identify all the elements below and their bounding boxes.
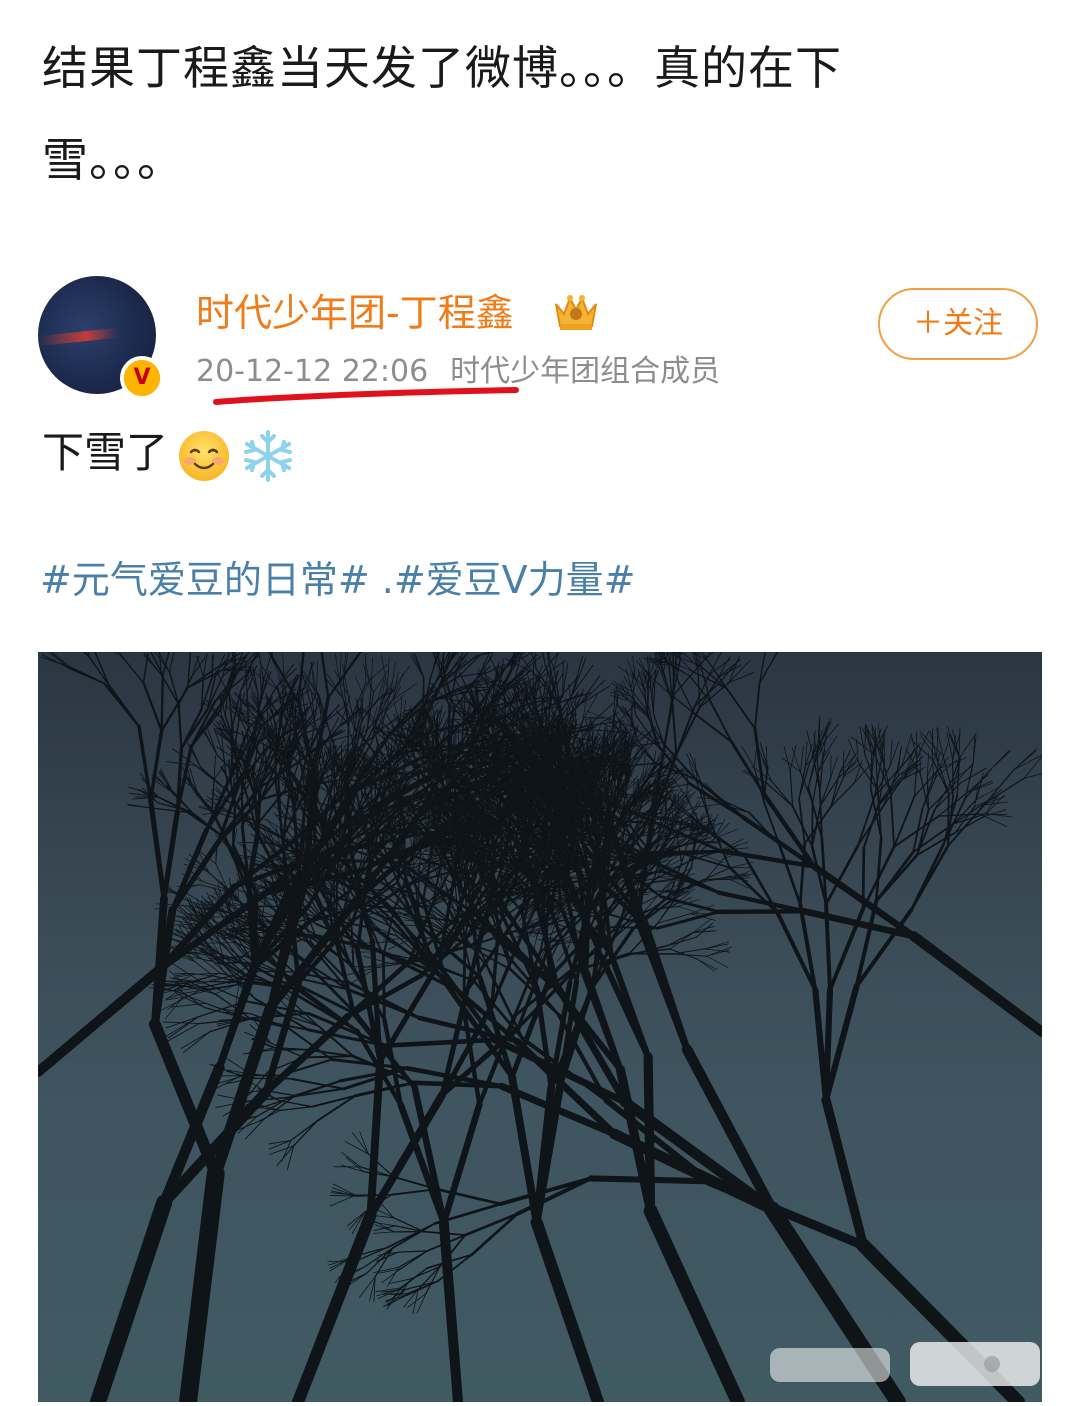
smiling-face-icon	[179, 430, 230, 481]
verified-badge-icon: V	[120, 356, 164, 400]
caption-line-2: 雪。。。	[42, 133, 184, 187]
post-text: 下雪了	[42, 428, 169, 477]
snowflake-icon	[244, 429, 293, 482]
follow-button[interactable]: ＋关注	[878, 288, 1038, 360]
author-name[interactable]: 时代少年团-丁程鑫	[196, 288, 514, 338]
blurred-watermark	[770, 1342, 1040, 1386]
caption-line-1: 结果丁程鑫当天发了微博。。。真的在下	[42, 41, 842, 95]
red-underline-annotation	[213, 387, 519, 405]
post-body: 下雪了	[42, 424, 296, 484]
avatar-light-streak	[38, 327, 119, 347]
post-photo[interactable]	[38, 652, 1042, 1402]
crown-icon	[555, 295, 597, 330]
caption-text: 结果丁程鑫当天发了微博。。。真的在下 雪。。。	[42, 22, 942, 206]
screenshot-page: 结果丁程鑫当天发了微博。。。真的在下 雪。。。 V 时代少年团-丁程鑫 20-1…	[0, 0, 1080, 1406]
bare-trees-night-sky	[38, 652, 1042, 1402]
hashtag-links[interactable]: #元气爱豆的日常# .#爱豆V力量#	[40, 552, 636, 608]
